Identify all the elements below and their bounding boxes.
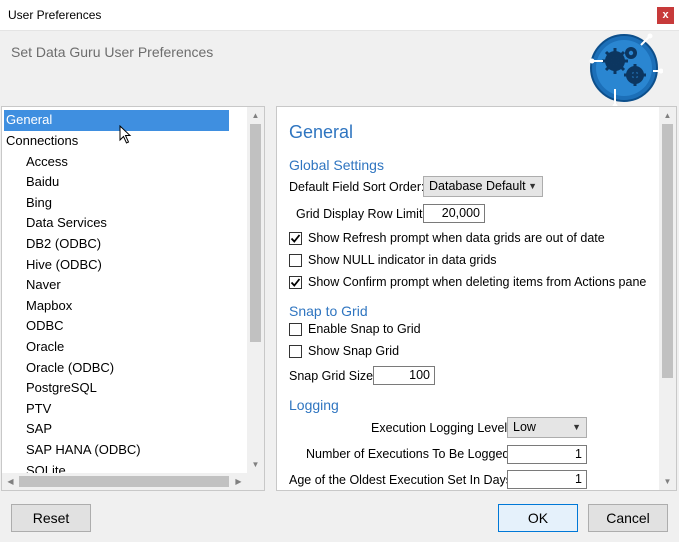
logging-level-label: Execution Logging Level: (371, 421, 511, 435)
dialog-subtitle: Set Data Guru User Preferences (11, 44, 214, 60)
show-snap-label: Show Snap Grid (308, 344, 400, 358)
snap-size-label: Snap Grid Size: (289, 369, 377, 383)
tree-item-oracle[interactable]: Oracle (2, 337, 247, 358)
sort-order-label: Default Field Sort Order: (289, 180, 425, 194)
show-null-checkbox[interactable] (289, 253, 302, 267)
executions-count-label: Number of Executions To Be Logged: (306, 447, 513, 461)
page-title: General (289, 122, 354, 142)
tree-item-naver[interactable]: Naver (2, 275, 247, 296)
checkmark-icon (290, 233, 301, 243)
scroll-down-icon[interactable]: ▼ (659, 473, 676, 490)
scroll-up-icon[interactable]: ▲ (659, 107, 676, 124)
cancel-button[interactable]: Cancel (588, 504, 668, 532)
tree-item-odbc[interactable]: ODBC (2, 316, 247, 337)
tree-vertical-thumb[interactable] (250, 124, 261, 342)
tree-item-sap[interactable]: SAP (2, 419, 247, 440)
logging-level-dropdown[interactable]: Low ▼ (507, 417, 587, 438)
show-null-label: Show NULL indicator in data grids (308, 253, 497, 267)
mouse-cursor-icon (119, 125, 132, 144)
tree-item-sap-hana-odbc[interactable]: SAP HANA (ODBC) (2, 440, 247, 461)
general-settings-panel: General Global Settings Default Field So… (276, 106, 677, 491)
settings-vertical-scrollbar[interactable]: ▲ ▼ (659, 107, 676, 490)
enable-snap-row[interactable]: Enable Snap to Grid (289, 322, 421, 336)
show-refresh-label: Show Refresh prompt when data grids are … (308, 231, 605, 245)
ok-button[interactable]: OK (498, 504, 578, 532)
tree-item-data-services[interactable]: Data Services (2, 213, 247, 234)
tree-item-postgresql[interactable]: PostgreSQL (2, 378, 247, 399)
tree-item-db2-odbc[interactable]: DB2 (ODBC) (2, 234, 247, 255)
close-button[interactable]: x (657, 7, 674, 24)
enable-snap-checkbox[interactable] (289, 322, 302, 336)
executions-count-input[interactable]: 1 (507, 445, 587, 464)
scroll-left-icon[interactable]: ◀ (2, 473, 19, 490)
global-settings-heading: Global Settings (289, 157, 384, 173)
oldest-execution-input[interactable]: 1 (507, 470, 587, 489)
tree-item-hive-odbc[interactable]: Hive (ODBC) (2, 255, 247, 276)
category-tree: General Connections Access Baidu Bing Da… (2, 107, 247, 473)
tree-item-baidu[interactable]: Baidu (2, 172, 247, 193)
snap-size-input[interactable]: 100 (373, 366, 435, 385)
enable-snap-label: Enable Snap to Grid (308, 322, 421, 336)
settings-vertical-thumb[interactable] (662, 124, 673, 378)
oldest-execution-label: Age of the Oldest Execution Set In Days: (289, 473, 516, 487)
show-confirm-label: Show Confirm prompt when deleting items … (308, 275, 647, 289)
tree-item-ptv[interactable]: PTV (2, 399, 247, 420)
tree-item-sqlite[interactable]: SQLite (2, 461, 247, 474)
show-null-row[interactable]: Show NULL indicator in data grids (289, 253, 497, 267)
logging-level-value: Low (513, 420, 536, 434)
tree-item-bing[interactable]: Bing (2, 193, 247, 214)
tree-horizontal-thumb[interactable] (19, 476, 229, 487)
tree-item-mapbox[interactable]: Mapbox (2, 296, 247, 317)
show-snap-row[interactable]: Show Snap Grid (289, 344, 399, 358)
show-refresh-row[interactable]: Show Refresh prompt when data grids are … (289, 231, 605, 245)
scroll-up-icon[interactable]: ▲ (247, 107, 264, 124)
reset-button[interactable]: Reset (11, 504, 91, 532)
tree-item-general[interactable]: General (4, 110, 229, 131)
close-icon: x (662, 9, 669, 21)
row-limit-input[interactable]: 20,000 (423, 204, 485, 223)
tree-vertical-scrollbar[interactable]: ▲ ▼ (247, 107, 264, 473)
scrollbar-corner (247, 473, 264, 490)
tree-horizontal-scrollbar[interactable]: ◀ ▶ (2, 473, 247, 490)
sort-order-dropdown[interactable]: Database Default ▼ (423, 176, 543, 197)
sort-order-value: Database Default (429, 179, 526, 193)
tree-item-oracle-odbc[interactable]: Oracle (ODBC) (2, 358, 247, 379)
show-refresh-checkbox[interactable] (289, 231, 302, 245)
row-limit-label: Grid Display Row Limit: (296, 207, 426, 221)
tree-item-access[interactable]: Access (2, 152, 247, 173)
category-tree-panel: General Connections Access Baidu Bing Da… (1, 106, 265, 491)
show-confirm-row[interactable]: Show Confirm prompt when deleting items … (289, 275, 646, 289)
chevron-down-icon: ▼ (528, 181, 537, 191)
scroll-right-icon[interactable]: ▶ (230, 473, 247, 490)
logging-heading: Logging (289, 397, 339, 413)
window-title: User Preferences (8, 8, 102, 22)
checkmark-icon (290, 277, 301, 287)
scroll-down-icon[interactable]: ▼ (247, 456, 264, 473)
snap-to-grid-heading: Snap to Grid (289, 303, 368, 319)
chevron-down-icon: ▼ (572, 422, 581, 432)
title-bar: User Preferences x (0, 0, 679, 31)
show-snap-checkbox[interactable] (289, 344, 302, 358)
show-confirm-checkbox[interactable] (289, 275, 302, 289)
gears-circuit-logo (589, 33, 663, 109)
